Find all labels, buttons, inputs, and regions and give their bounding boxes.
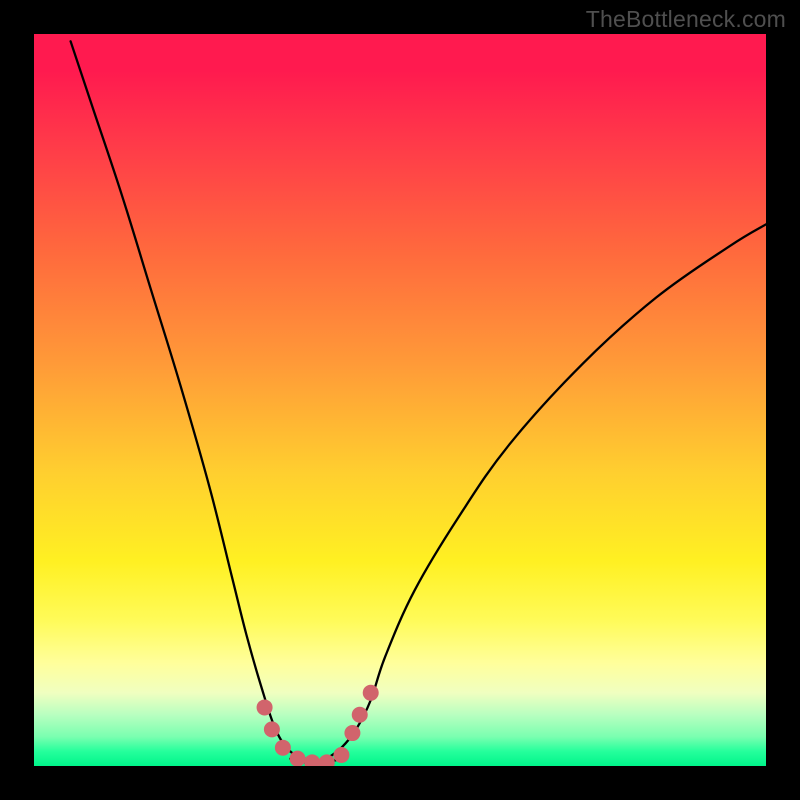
marker-point [264, 721, 280, 737]
curves-group [71, 41, 766, 762]
plot-area [34, 34, 766, 766]
marker-point [257, 699, 273, 715]
watermark-text: TheBottleneck.com [586, 6, 786, 33]
marker-point [363, 685, 379, 701]
markers-group [257, 685, 379, 766]
curve-left-curve [71, 41, 305, 758]
marker-point [275, 740, 291, 756]
curve-right-curve [327, 224, 766, 758]
marker-point [304, 754, 320, 766]
chart-frame: TheBottleneck.com [0, 0, 800, 800]
chart-svg [34, 34, 766, 766]
marker-point [333, 747, 349, 763]
marker-point [344, 725, 360, 741]
marker-point [352, 707, 368, 723]
marker-point [290, 751, 306, 766]
